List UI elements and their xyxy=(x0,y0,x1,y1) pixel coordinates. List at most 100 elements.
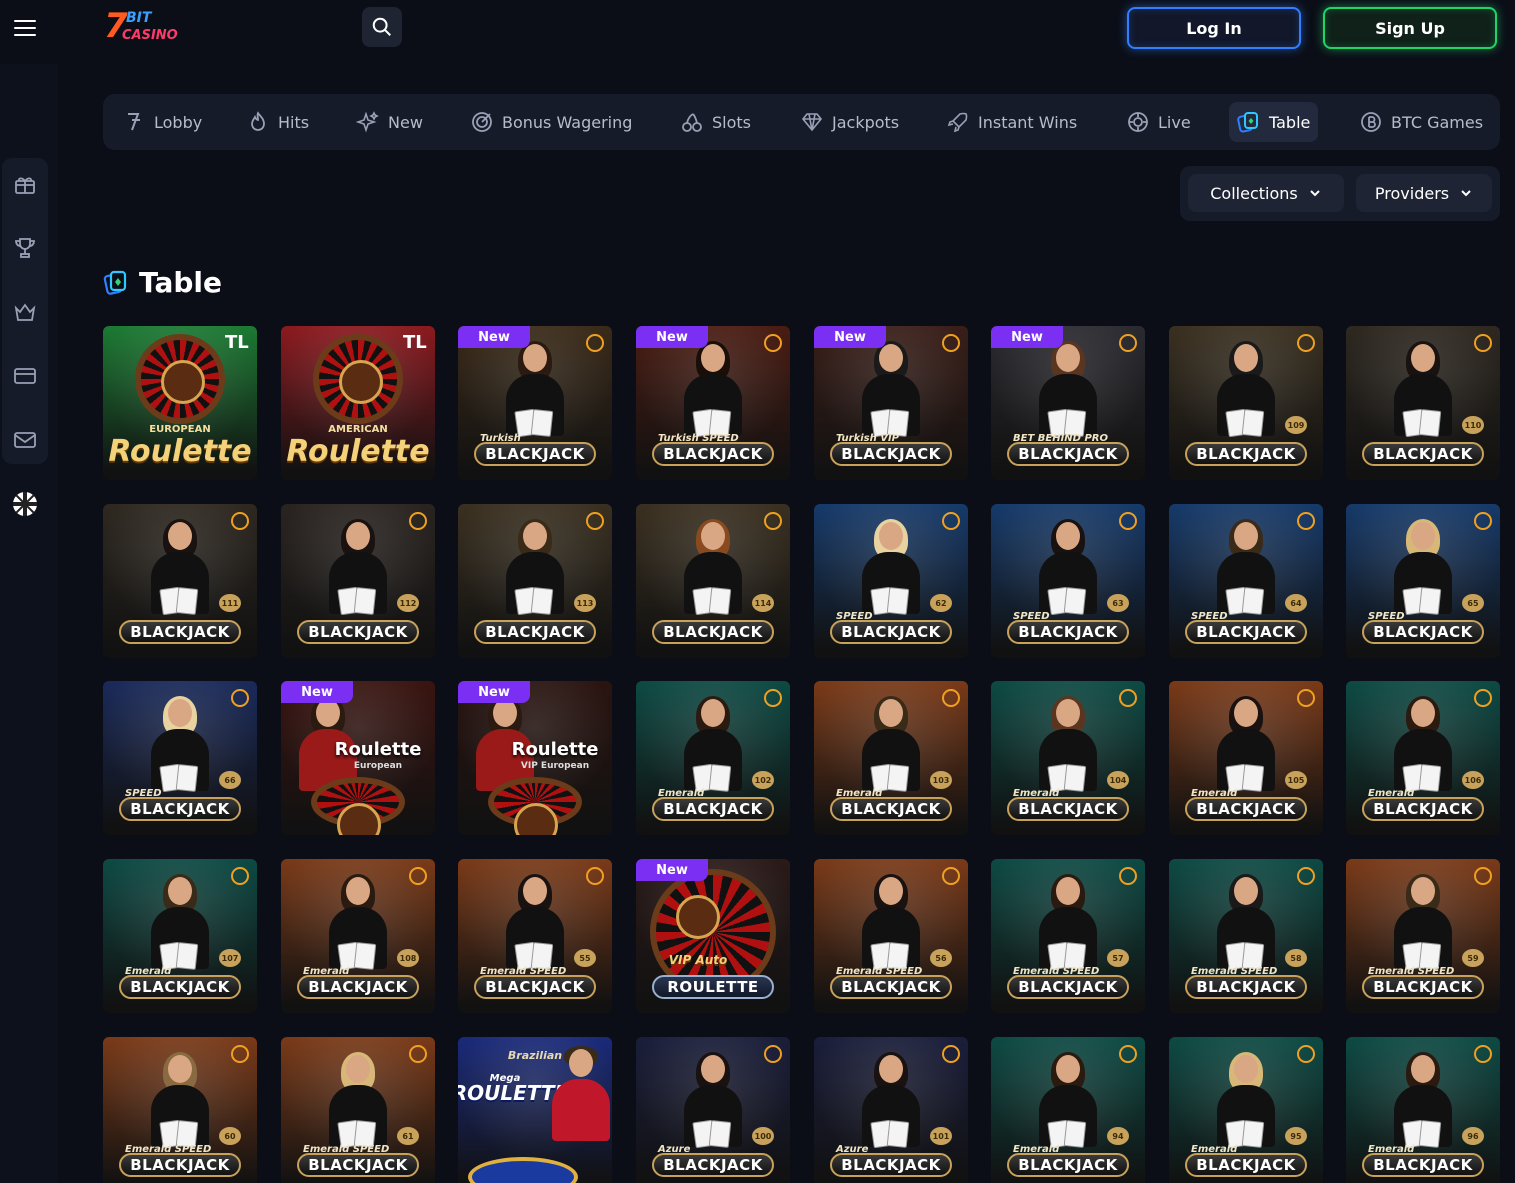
gift-icon[interactable] xyxy=(12,171,38,197)
new-badge: New xyxy=(636,859,708,881)
provider-icon xyxy=(942,867,960,885)
tab-label: BTC Games xyxy=(1391,112,1484,132)
playing-cards-icon xyxy=(1402,586,1444,616)
game-card[interactable]: Emerald SPEED 56 BLACKJACK xyxy=(814,859,968,1013)
uk-flag-icon[interactable] xyxy=(12,491,38,517)
game-card[interactable]: Emerald SPEED 60 BLACKJACK xyxy=(103,1037,257,1183)
game-card[interactable]: Azure 101 BLACKJACK xyxy=(814,1037,968,1183)
casino-logo[interactable]: 7 BIT CASINO xyxy=(104,6,180,48)
game-card[interactable]: Emerald SPEED 55 BLACKJACK xyxy=(458,859,612,1013)
game-card[interactable]: Turkish VIP BLACKJACK New xyxy=(814,326,968,480)
game-card[interactable]: VIP Auto ROULETTE New xyxy=(636,859,790,1013)
provider-icon xyxy=(1474,1045,1492,1063)
tab-hits[interactable]: Hits xyxy=(238,102,317,142)
tab-instant-wins[interactable]: Instant Wins xyxy=(938,102,1085,142)
provider-icon xyxy=(231,867,249,885)
table-number: 63 xyxy=(1107,594,1129,612)
game-card[interactable]: Brazilian Mega ROULETTE xyxy=(458,1037,612,1183)
game-card[interactable]: SPEED 62 BLACKJACK xyxy=(814,504,968,658)
table-number: 58 xyxy=(1285,949,1307,967)
game-title: BLACKJACK xyxy=(474,442,596,466)
game-card[interactable]: Azure 100 BLACKJACK xyxy=(636,1037,790,1183)
game-card[interactable]: SPEED 63 BLACKJACK xyxy=(991,504,1145,658)
tab-live[interactable]: Live xyxy=(1118,102,1199,142)
collections-dropdown[interactable]: Collections xyxy=(1188,174,1344,212)
table-number: 61 xyxy=(397,1127,419,1145)
game-card[interactable]: SPEED 64 BLACKJACK xyxy=(1169,504,1323,658)
game-card[interactable]: 109 BLACKJACK xyxy=(1169,326,1323,480)
tab-new[interactable]: New xyxy=(348,102,431,142)
provider-icon xyxy=(764,334,782,352)
new-badge: New xyxy=(991,326,1063,348)
game-card[interactable]: Emerald 106 BLACKJACK xyxy=(1346,681,1500,835)
game-card[interactable]: EUROPEAN Roulette TL xyxy=(103,326,257,480)
search-button[interactable] xyxy=(362,7,402,47)
game-card[interactable]: 111 BLACKJACK xyxy=(103,504,257,658)
game-title: BLACKJACK xyxy=(652,442,774,466)
mail-icon[interactable] xyxy=(12,427,38,453)
game-card[interactable]: 110 BLACKJACK xyxy=(1346,326,1500,480)
provider-icon xyxy=(1119,334,1137,352)
game-title: BLACKJACK xyxy=(1185,620,1307,644)
game-card[interactable]: Emerald SPEED 57 BLACKJACK xyxy=(991,859,1145,1013)
tab-jackpots[interactable]: Jackpots xyxy=(792,102,907,142)
playing-cards-icon xyxy=(514,586,556,616)
game-card[interactable]: Emerald 96 BLACKJACK xyxy=(1346,1037,1500,1183)
game-card[interactable]: Emerald 105 BLACKJACK xyxy=(1169,681,1323,835)
table-number: 55 xyxy=(574,949,596,967)
crown-icon[interactable] xyxy=(12,299,38,325)
card-icon[interactable] xyxy=(12,363,38,389)
table-number: 114 xyxy=(752,594,774,612)
tab-label: Table xyxy=(1269,112,1311,132)
providers-dropdown[interactable]: Providers xyxy=(1356,174,1492,212)
provider-icon xyxy=(764,1045,782,1063)
game-card[interactable]: Roulette VIP European New xyxy=(458,681,612,835)
game-card[interactable]: SPEED 65 BLACKJACK xyxy=(1346,504,1500,658)
game-card[interactable]: Emerald SPEED 61 BLACKJACK xyxy=(281,1037,435,1183)
game-card[interactable]: BET BEHIND PRO BLACKJACK New xyxy=(991,326,1145,480)
provider-icon xyxy=(409,867,427,885)
signup-button[interactable]: Sign Up xyxy=(1323,7,1497,49)
table-number: 95 xyxy=(1285,1127,1307,1145)
game-title: BLACKJACK xyxy=(652,1153,774,1177)
tab-label: Jackpots xyxy=(832,112,900,132)
game-card[interactable]: 113 BLACKJACK xyxy=(458,504,612,658)
tab-btc-games[interactable]: BTC Games xyxy=(1351,102,1491,142)
provider-icon xyxy=(1119,1045,1137,1063)
tab-lobby[interactable]: Lobby xyxy=(114,102,210,142)
tab-slots[interactable]: Slots xyxy=(672,102,759,142)
tab-table[interactable]: Table xyxy=(1229,102,1319,142)
game-card[interactable]: 114 BLACKJACK xyxy=(636,504,790,658)
game-card[interactable]: Emerald 108 BLACKJACK xyxy=(281,859,435,1013)
trophy-icon[interactable] xyxy=(12,235,38,261)
game-title: BLACKJACK xyxy=(297,975,419,999)
game-card[interactable]: Roulette European New xyxy=(281,681,435,835)
game-card[interactable]: 112 BLACKJACK xyxy=(281,504,435,658)
game-title: BLACKJACK xyxy=(652,797,774,821)
tab-bonus-wagering[interactable]: Bonus Wagering xyxy=(462,102,640,142)
table-number: 96 xyxy=(1462,1127,1484,1145)
login-button[interactable]: Log In xyxy=(1127,7,1301,49)
game-card[interactable]: Turkish BLACKJACK New xyxy=(458,326,612,480)
game-card[interactable]: Emerald 104 BLACKJACK xyxy=(991,681,1145,835)
game-title: BLACKJACK xyxy=(830,797,952,821)
tab-label: Live xyxy=(1158,112,1191,132)
game-card[interactable]: AMERICAN Roulette TL xyxy=(281,326,435,480)
game-card[interactable]: Emerald 95 BLACKJACK xyxy=(1169,1037,1323,1183)
new-badge: New xyxy=(458,326,530,348)
game-title: BLACKJACK xyxy=(119,620,241,644)
provider-icon xyxy=(231,512,249,530)
game-card[interactable]: Emerald 102 BLACKJACK xyxy=(636,681,790,835)
table-number: 109 xyxy=(1285,416,1307,434)
provider-icon xyxy=(942,512,960,530)
game-card[interactable]: Emerald 103 BLACKJACK xyxy=(814,681,968,835)
game-card[interactable]: Emerald 107 BLACKJACK xyxy=(103,859,257,1013)
table-number: 64 xyxy=(1285,594,1307,612)
provider-icon xyxy=(1297,1045,1315,1063)
menu-icon[interactable] xyxy=(14,18,36,38)
game-card[interactable]: Emerald SPEED 58 BLACKJACK xyxy=(1169,859,1323,1013)
game-card[interactable]: Emerald SPEED 59 BLACKJACK xyxy=(1346,859,1500,1013)
game-card[interactable]: Turkish SPEED BLACKJACK New xyxy=(636,326,790,480)
game-card[interactable]: Emerald 94 BLACKJACK xyxy=(991,1037,1145,1183)
game-card[interactable]: SPEED 66 BLACKJACK xyxy=(103,681,257,835)
